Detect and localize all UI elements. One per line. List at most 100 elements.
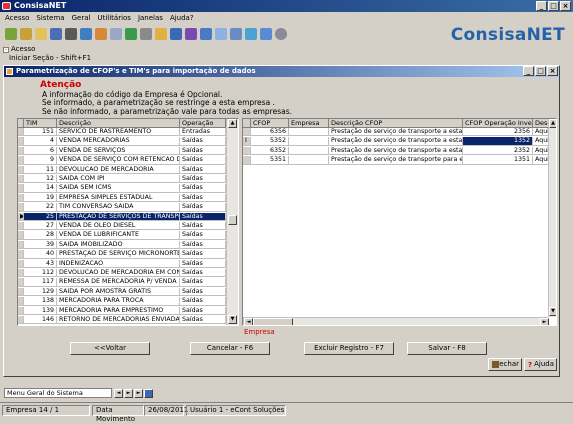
table-row[interactable]: 5351 Prestação de serviço de transporte p… xyxy=(243,156,556,165)
cell-desc[interactable]: DEVOLUCAO DE MERCADORIA xyxy=(57,165,180,174)
table-row[interactable]: 117 REMESSA DE MERCADORIA P/ VENDA FOR Saí… xyxy=(18,278,238,287)
cell-op[interactable]: Saídas xyxy=(180,297,226,306)
cell-empresa[interactable] xyxy=(289,156,329,165)
cell-tim[interactable]: 27 xyxy=(24,222,57,231)
bank-icon[interactable] xyxy=(140,28,152,40)
menu-utilitarios[interactable]: Utilitários xyxy=(97,14,131,22)
cell-op[interactable]: Saídas xyxy=(180,165,226,174)
descricao-cfop-column-header[interactable]: Descrição CFOP xyxy=(329,119,463,128)
cell-op[interactable]: Saídas xyxy=(180,316,226,325)
cell-tim[interactable]: 129 xyxy=(24,287,57,297)
table-row[interactable]: 19 EMPRESA SIMPLES ESTADUAL Saídas xyxy=(18,193,238,203)
cell-desc[interactable]: Prestação de serviço de transporte a est… xyxy=(329,128,463,137)
cell-op[interactable]: Saídas xyxy=(180,193,226,203)
cell-desc[interactable]: INDENIZACAO xyxy=(57,259,180,268)
cell-desc[interactable]: SERVICO DE RASTREAMENTO xyxy=(57,128,180,137)
nav-next-icon[interactable]: ► xyxy=(124,389,133,398)
cell-desc[interactable]: SAIDA POR AMOSTRA GRÁTIS xyxy=(57,287,180,297)
table-row[interactable]: 6352 Prestação de serviço de transporte a… xyxy=(243,146,556,156)
table-row[interactable]: 139 MERCADORIA PARA EMPRÉSTIMO Saídas xyxy=(18,306,238,315)
cfop-grid-hscrollbar[interactable]: ◄ ► xyxy=(243,317,549,325)
cell-tim[interactable]: 9 xyxy=(24,156,57,165)
cell-op[interactable]: Saídas xyxy=(180,212,226,221)
cell-tim[interactable]: 4 xyxy=(24,137,57,146)
window-list-icon[interactable] xyxy=(144,389,153,398)
cell-tim[interactable]: 146 xyxy=(24,316,57,325)
cell-inv[interactable]: 2356 xyxy=(463,128,533,137)
cell-desc[interactable]: Prestação de serviço de transporte a est… xyxy=(329,137,463,146)
cell-cfop[interactable]: 5352 xyxy=(251,137,289,146)
tree-icon[interactable] xyxy=(125,28,137,40)
cell-empresa[interactable] xyxy=(289,137,329,146)
cell-tim[interactable]: 139 xyxy=(24,306,57,315)
cell-op[interactable]: Saídas xyxy=(180,250,226,259)
table-row[interactable]: 14 SAIDA SEM ICMS Saídas xyxy=(18,184,238,193)
cell-desc[interactable]: RETORNO DE MERCADORIAS ENVIADAS P xyxy=(57,316,180,325)
cell-op[interactable]: Saídas xyxy=(180,184,226,193)
window-icon[interactable] xyxy=(200,28,212,40)
cell-tim[interactable]: 28 xyxy=(24,231,57,240)
people-icon[interactable] xyxy=(5,28,17,40)
cell-tim[interactable]: 6 xyxy=(24,146,57,156)
voltar-button[interactable]: <<Voltar xyxy=(70,342,150,355)
cell-tim[interactable]: 11 xyxy=(24,165,57,174)
help-book-icon[interactable] xyxy=(260,28,272,40)
cell-desc[interactable]: Prestação de serviço de transporte a est… xyxy=(329,146,463,156)
scroll-right-icon[interactable]: ► xyxy=(540,318,549,325)
cell-op[interactable]: Saídas xyxy=(180,203,226,212)
empresa-column-header[interactable]: Empresa xyxy=(289,119,329,128)
box-icon[interactable] xyxy=(155,28,167,40)
table-row[interactable]: 146 RETORNO DE MERCADORIAS ENVIADAS P Saíd… xyxy=(18,316,238,325)
nav-prev-icon[interactable]: ◄ xyxy=(114,389,123,398)
cell-tim[interactable]: 14 xyxy=(24,184,57,193)
cell-op[interactable]: Saídas xyxy=(180,269,226,278)
scroll-up-icon[interactable]: ▲ xyxy=(228,119,237,128)
exchange-icon[interactable] xyxy=(245,28,257,40)
table-row[interactable]: 39 SAIDA IMOBILIZADO Saídas xyxy=(18,240,238,250)
cell-desc[interactable]: VENDA DE OLEO DIESEL xyxy=(57,222,180,231)
table-row[interactable]: 4 VENDA MERCADORIAS Saídas xyxy=(18,137,238,146)
cell-tim[interactable]: 40 xyxy=(24,250,57,259)
cell-desc[interactable]: VENDA DE SERVIÇOS xyxy=(57,146,180,156)
descricao-column-header[interactable]: Descrição xyxy=(57,119,180,128)
cell-desc[interactable]: EMPRESA SIMPLES ESTADUAL xyxy=(57,193,180,203)
row-indicator[interactable] xyxy=(243,156,251,165)
excluir-registro-button[interactable]: Excluir Registro - F7 xyxy=(304,342,394,355)
scroll-thumb[interactable] xyxy=(228,215,237,225)
cell-desc[interactable]: MERCADORIA PARA EMPRÉSTIMO xyxy=(57,306,180,315)
cell-op[interactable]: Saídas xyxy=(180,287,226,297)
cell-desc[interactable]: TIM CONVERSAO SAIDA xyxy=(57,203,180,212)
cell-op[interactable]: Saídas xyxy=(180,278,226,287)
tim-column-header[interactable]: TIM xyxy=(24,119,57,128)
table-row[interactable]: 129 SAIDA POR AMOSTRA GRÁTIS Saídas xyxy=(18,287,238,297)
edit-icon[interactable] xyxy=(95,28,107,40)
cell-desc[interactable]: REMESSA DE MERCADORIA P/ VENDA FOR xyxy=(57,278,180,287)
close-button[interactable]: × xyxy=(560,1,571,11)
cell-desc[interactable]: VENDA DE SERVIÇO COM RETENCAO DE IR xyxy=(57,156,180,165)
menu-sistema[interactable]: Sistema xyxy=(36,14,64,22)
cell-empresa[interactable] xyxy=(289,128,329,137)
scroll-down-icon[interactable]: ▼ xyxy=(549,307,556,316)
cell-cfop[interactable]: 6356 xyxy=(251,128,289,137)
fechar-button[interactable]: Fechar xyxy=(488,358,522,371)
door-icon[interactable] xyxy=(65,28,77,40)
cell-tim[interactable]: 19 xyxy=(24,193,57,203)
table-row[interactable]: 27 VENDA DE OLEO DIESEL Saídas xyxy=(18,222,238,231)
row-indicator[interactable] xyxy=(243,128,251,137)
menu-acesso[interactable]: Acesso xyxy=(5,14,29,22)
cell-tim[interactable]: 117 xyxy=(24,278,57,287)
cell-op[interactable]: Saídas xyxy=(180,222,226,231)
cell-op[interactable]: Saídas xyxy=(180,231,226,240)
cell-desc[interactable]: Prestação de serviço de transporte para … xyxy=(329,156,463,165)
cell-tim[interactable]: 112 xyxy=(24,269,57,278)
cell-desc[interactable]: VENDA DE LUBRIFICANTE xyxy=(57,231,180,240)
operacao-column-header[interactable]: Operação xyxy=(180,119,226,128)
row-indicator[interactable] xyxy=(243,146,251,156)
tim-grid-scrollbar[interactable]: ▲ ▼ xyxy=(226,119,238,325)
cell-inv[interactable]: 1351 xyxy=(463,156,533,165)
menu-geral[interactable]: Geral xyxy=(72,14,91,22)
table-row[interactable]: 11 DEVOLUCAO DE MERCADORIA Saídas xyxy=(18,165,238,174)
scroll-down-icon[interactable]: ▼ xyxy=(228,315,237,324)
table-row[interactable]: 43 INDENIZACAO Saídas xyxy=(18,259,238,268)
table-row[interactable]: 6 VENDA DE SERVIÇOS Saídas xyxy=(18,146,238,156)
